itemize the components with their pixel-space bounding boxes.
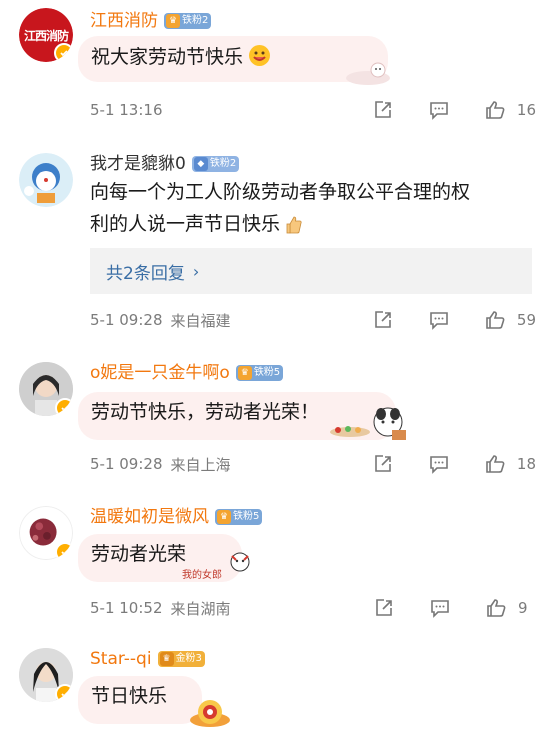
comment-icon[interactable] bbox=[427, 308, 451, 332]
username[interactable]: o妮是一只金牛啊o bbox=[90, 362, 230, 384]
verified-icon bbox=[55, 398, 73, 416]
username[interactable]: 温暖如初是微风 bbox=[90, 506, 209, 528]
avatar[interactable] bbox=[19, 506, 73, 560]
like-icon[interactable] bbox=[483, 308, 507, 332]
comment-text: 祝大家劳动节快乐 bbox=[91, 46, 244, 68]
comment-icon[interactable] bbox=[427, 98, 451, 122]
location: 来自湖南 bbox=[170, 599, 231, 618]
sticker-decoration bbox=[326, 404, 410, 444]
like-count: 16 bbox=[516, 101, 536, 119]
diamond-icon: ◆ bbox=[193, 157, 208, 171]
crown-icon: ♛ bbox=[166, 14, 180, 28]
like-icon[interactable] bbox=[483, 452, 507, 476]
comment-icon[interactable] bbox=[427, 452, 451, 476]
like-icon[interactable] bbox=[484, 596, 508, 620]
share-icon[interactable] bbox=[371, 98, 395, 122]
chevron-right-icon: › bbox=[192, 261, 200, 281]
timestamp: 5-1 09:28 bbox=[90, 455, 163, 473]
username[interactable]: Star--qi bbox=[90, 648, 152, 670]
fan-badge: ◆ 铁粉2 bbox=[191, 156, 240, 172]
username[interactable]: 江西消防 bbox=[90, 10, 158, 32]
like-count: 59 bbox=[516, 311, 536, 329]
avatar[interactable]: 江西消防 bbox=[19, 8, 73, 62]
crown-icon: ♛ bbox=[217, 510, 231, 524]
avatar[interactable] bbox=[19, 362, 73, 416]
fan-badge-label: 铁粉2 bbox=[209, 158, 237, 169]
location: 来自上海 bbox=[170, 455, 231, 474]
sticker-decoration bbox=[340, 60, 392, 86]
fan-badge: ♛ 铁粉5 bbox=[215, 509, 263, 525]
sticker-decoration: 我的女郎 bbox=[178, 552, 254, 584]
comment-text-line: 利的人说一声节日快乐 bbox=[90, 213, 281, 235]
fan-badge: ♛ 铁粉2 bbox=[164, 13, 212, 29]
comment-item: 江西消防 江西消防 ♛ 铁粉2 祝大家劳动节快乐 5-1 13:16 16 bbox=[0, 0, 550, 132]
like-icon[interactable] bbox=[483, 98, 507, 122]
crown-icon: ♛ bbox=[237, 366, 252, 380]
avatar[interactable] bbox=[19, 153, 73, 207]
verified-icon bbox=[54, 43, 73, 62]
username[interactable]: 我才是貔貅0 bbox=[90, 153, 186, 175]
comment-item: o妮是一只金牛啊o ♛ 铁粉5 劳动节快乐，劳动者光荣！ 5-1 09:28 来… bbox=[0, 350, 550, 490]
share-icon[interactable] bbox=[371, 452, 395, 476]
fan-badge-label: 铁粉5 bbox=[253, 367, 281, 378]
fan-badge-label: 铁粉2 bbox=[182, 15, 209, 26]
timestamp: 5-1 10:52 bbox=[90, 599, 163, 617]
share-icon[interactable] bbox=[372, 596, 396, 620]
timestamp: 5-1 09:28 bbox=[90, 311, 163, 329]
verified-icon bbox=[55, 542, 73, 560]
avatar[interactable] bbox=[19, 648, 73, 702]
sticker-decoration bbox=[186, 692, 234, 732]
comment-icon[interactable] bbox=[428, 596, 452, 620]
comment-text-line: 向每一个为工人阶级劳动者争取公平合理的权 bbox=[90, 181, 471, 203]
fan-badge-label: 铁粉5 bbox=[233, 511, 260, 522]
like-count: 9 bbox=[518, 599, 528, 617]
sticker-text: 我的女郎 bbox=[182, 570, 222, 581]
timestamp: 5-1 13:16 bbox=[90, 101, 163, 119]
fan-badge: ♛ 金粉3 bbox=[157, 651, 205, 667]
comment-text: 劳动者光荣 bbox=[91, 543, 187, 565]
reply-summary-text: 共2条回复 bbox=[106, 263, 185, 284]
share-icon[interactable] bbox=[371, 308, 395, 332]
comment-text: 节日快乐 bbox=[91, 685, 168, 707]
smiley-emoji-icon bbox=[249, 45, 271, 66]
comment-text: 劳动节快乐，劳动者光荣！ bbox=[91, 401, 320, 423]
like-count: 18 bbox=[516, 455, 536, 473]
fan-badge: ♛ 铁粉5 bbox=[235, 365, 284, 381]
location: 来自福建 bbox=[170, 311, 231, 330]
comment-item: 温暖如初是微风 ♛ 铁粉5 劳动者光荣 我的女郎 5-1 10:52 来自湖南 … bbox=[0, 494, 550, 634]
crown-icon: ♛ bbox=[159, 652, 174, 666]
verified-icon bbox=[55, 684, 73, 702]
comment-item: Star--qi ♛ 金粉3 节日快乐 bbox=[0, 636, 550, 738]
thumbs-up-emoji-icon bbox=[286, 213, 302, 233]
avatar-logo-text: 江西消防 bbox=[23, 28, 69, 43]
fan-badge-label: 金粉3 bbox=[175, 653, 202, 664]
reply-summary-button[interactable]: 共2条回复 › bbox=[90, 248, 532, 294]
comment-item: 我才是貔貅0 ◆ 铁粉2 向每一个为工人阶级劳动者争取公平合理的权 利的人说一声… bbox=[0, 140, 550, 340]
